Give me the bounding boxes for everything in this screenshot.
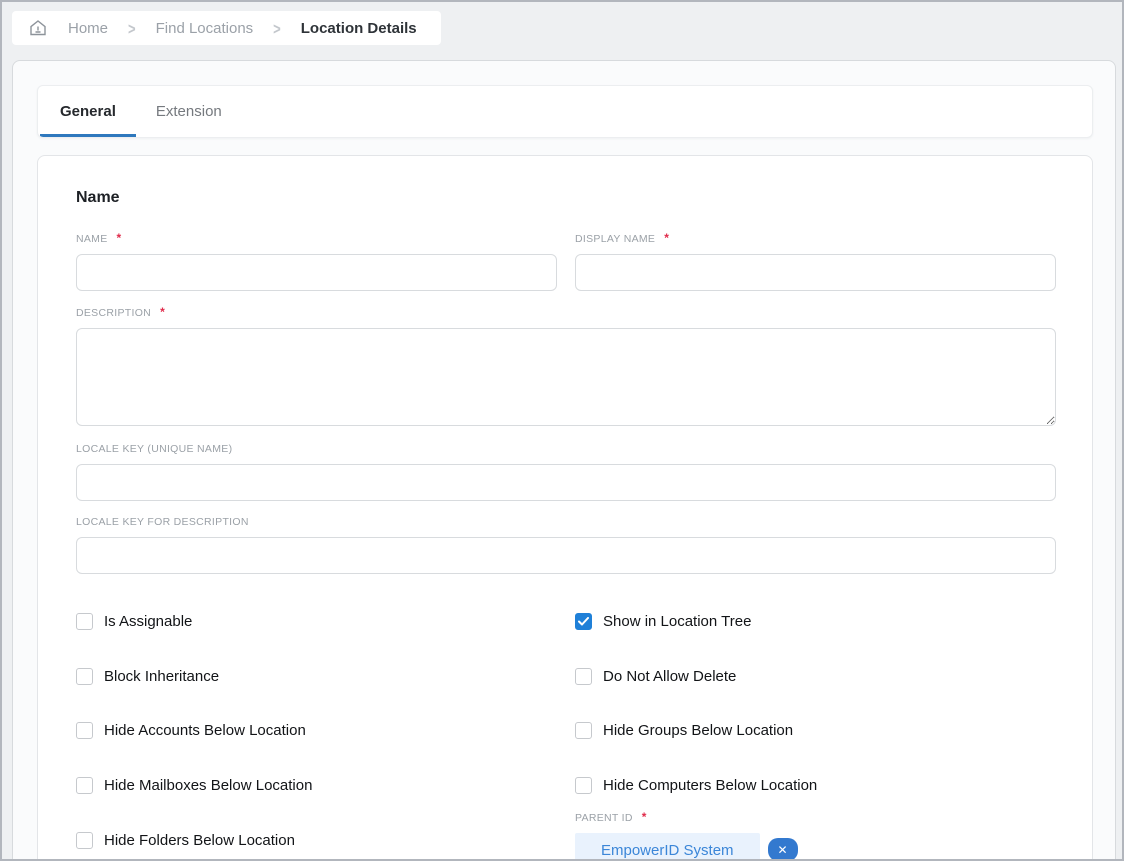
section-title: Name: [76, 189, 120, 207]
checkbox-icon[interactable]: [76, 832, 93, 849]
display-name-field-group: DISPLAY NAME *: [575, 231, 1056, 291]
description-label-text: DESCRIPTION: [76, 307, 151, 319]
checkbox-hide-groups-below-location[interactable]: Hide Groups Below Location: [575, 722, 793, 739]
description-label: DESCRIPTION *: [76, 305, 1056, 319]
name-field-group: NAME *: [76, 231, 557, 291]
checkbox-show-in-location-tree[interactable]: Show in Location Tree: [575, 613, 751, 630]
parent-id-label: PARENT ID *: [575, 810, 1056, 824]
remove-tag-button[interactable]: ✕: [768, 838, 798, 861]
content-panel: General Extension Name NAME * DISPLAY NAM…: [12, 60, 1116, 861]
checkbox-label: Do Not Allow Delete: [603, 668, 736, 685]
tab-bar: General Extension: [37, 85, 1093, 138]
tab-general[interactable]: General: [40, 86, 136, 137]
check-icon: [578, 617, 589, 626]
checkbox-icon[interactable]: [575, 777, 592, 794]
checkbox-hide-mailboxes-below-location[interactable]: Hide Mailboxes Below Location: [76, 777, 312, 794]
form-card: Name NAME * DISPLAY NAME * DESCRIPTION * LO…: [37, 155, 1093, 861]
required-asterisk: *: [664, 231, 669, 245]
checkbox-label: Is Assignable: [104, 613, 192, 630]
checkbox-do-not-allow-delete[interactable]: Do Not Allow Delete: [575, 668, 736, 685]
parent-id-label-text: PARENT ID: [575, 812, 633, 824]
name-input[interactable]: [76, 254, 557, 291]
breadcrumb-location-details: Location Details: [301, 20, 417, 37]
checkbox-icon[interactable]: [575, 613, 592, 630]
description-textarea[interactable]: [76, 328, 1056, 426]
checkbox-hide-computers-below-location[interactable]: Hide Computers Below Location: [575, 777, 817, 794]
breadcrumb-home[interactable]: Home: [68, 20, 108, 37]
parent-id-tag-row: EmpowerID System ✕: [575, 833, 1056, 861]
locale-key-field-group: LOCALE KEY (UNIQUE NAME): [76, 443, 1056, 501]
checkbox-label: Hide Groups Below Location: [603, 722, 793, 739]
required-asterisk: *: [642, 810, 647, 824]
locale-key-description-field-group: LOCALE KEY FOR DESCRIPTION: [76, 516, 1056, 574]
tab-extension[interactable]: Extension: [136, 86, 242, 137]
locale-key-description-label: LOCALE KEY FOR DESCRIPTION: [76, 516, 1056, 528]
checkbox-icon[interactable]: [575, 668, 592, 685]
locale-key-input[interactable]: [76, 464, 1056, 501]
checkbox-icon[interactable]: [76, 722, 93, 739]
chevron-right-icon: >: [273, 18, 281, 38]
chevron-right-icon: >: [128, 18, 136, 38]
required-asterisk: *: [117, 231, 122, 245]
breadcrumb-find-locations[interactable]: Find Locations: [156, 20, 254, 37]
parent-id-field-group: PARENT ID * EmpowerID System ✕: [575, 810, 1056, 861]
locale-key-label: LOCALE KEY (UNIQUE NAME): [76, 443, 1056, 455]
checkbox-icon[interactable]: [76, 613, 93, 630]
display-name-label-text: DISPLAY NAME: [575, 233, 655, 245]
parent-id-tag: EmpowerID System: [575, 833, 760, 861]
checkbox-hide-accounts-below-location[interactable]: Hide Accounts Below Location: [76, 722, 306, 739]
home-icon[interactable]: [28, 18, 48, 38]
checkbox-icon[interactable]: [575, 722, 592, 739]
checkbox-label: Hide Folders Below Location: [104, 832, 295, 849]
close-icon: ✕: [778, 844, 788, 856]
display-name-input[interactable]: [575, 254, 1056, 291]
checkbox-label: Show in Location Tree: [603, 613, 751, 630]
name-label-text: NAME: [76, 233, 108, 245]
locale-key-label-text: LOCALE KEY (UNIQUE NAME): [76, 443, 232, 455]
checkbox-label: Hide Accounts Below Location: [104, 722, 306, 739]
locale-key-description-label-text: LOCALE KEY FOR DESCRIPTION: [76, 516, 249, 528]
description-field-group: DESCRIPTION *: [76, 305, 1056, 431]
checkbox-icon[interactable]: [76, 777, 93, 794]
checkbox-icon[interactable]: [76, 668, 93, 685]
checkbox-label: Block Inheritance: [104, 668, 219, 685]
required-asterisk: *: [160, 305, 165, 319]
breadcrumb: Home > Find Locations > Location Details: [12, 11, 441, 45]
locale-key-description-input[interactable]: [76, 537, 1056, 574]
checkbox-block-inheritance[interactable]: Block Inheritance: [76, 668, 219, 685]
checkbox-label: Hide Computers Below Location: [603, 777, 817, 794]
checkbox-label: Hide Mailboxes Below Location: [104, 777, 312, 794]
checkbox-hide-folders-below-location[interactable]: Hide Folders Below Location: [76, 832, 295, 849]
page: Home > Find Locations > Location Details…: [0, 0, 1124, 861]
display-name-label: DISPLAY NAME *: [575, 231, 1056, 245]
checkbox-is-assignable[interactable]: Is Assignable: [76, 613, 192, 630]
name-label: NAME *: [76, 231, 557, 245]
